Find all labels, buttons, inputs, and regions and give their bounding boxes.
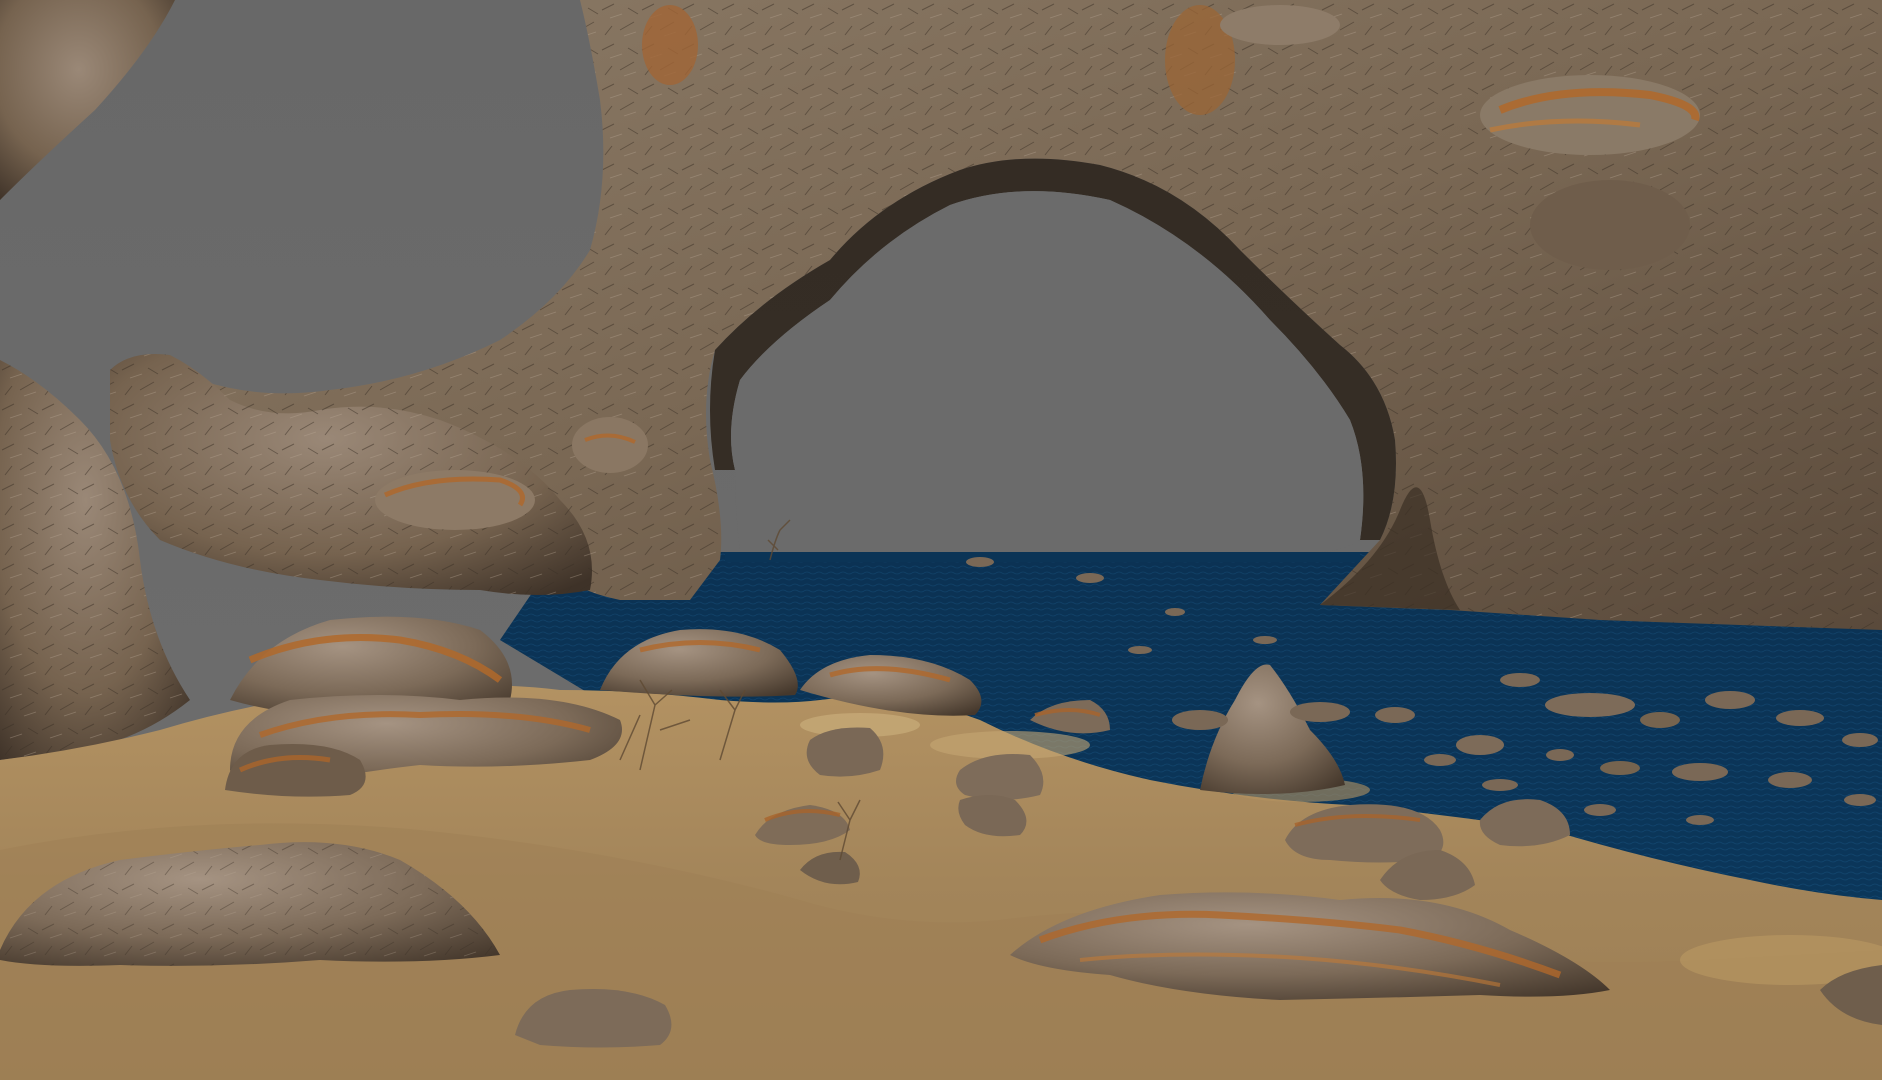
beach-rock-arch-scene [0, 0, 1882, 1080]
horizon-sea [725, 552, 1360, 562]
